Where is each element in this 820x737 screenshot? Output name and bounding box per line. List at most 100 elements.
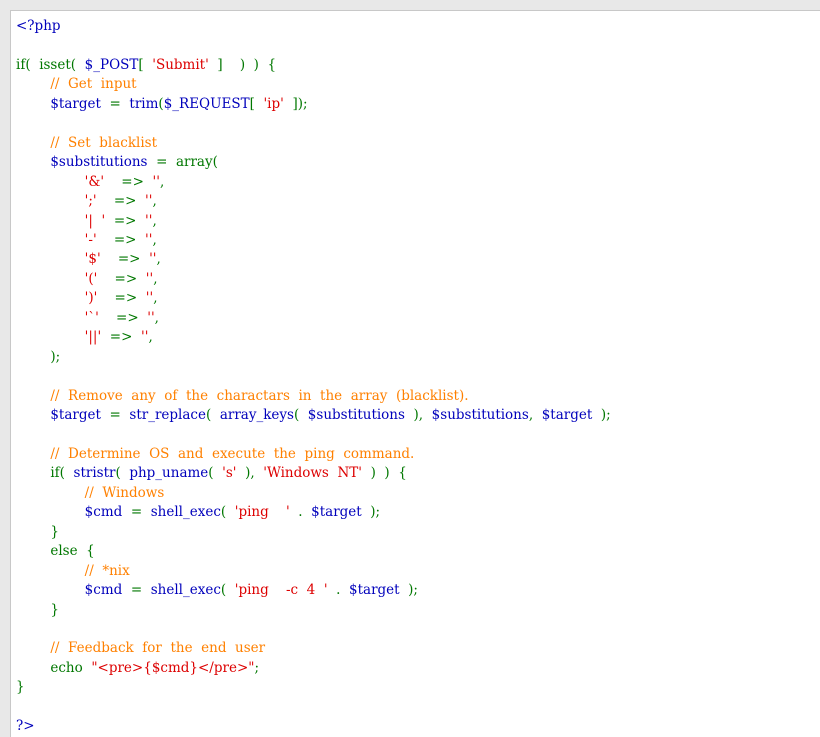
code-token: . (289, 504, 312, 521)
code-token: => (104, 173, 153, 190)
code-token: stristr (73, 465, 116, 482)
code-token: if( (16, 56, 31, 73)
code-token: // Determine OS and execute the ping com… (50, 445, 415, 462)
code-token: 'ping -c 4 ' (234, 582, 328, 598)
code-token: isset( (39, 56, 77, 73)
code-token: ); (399, 582, 418, 598)
code-token: => (98, 309, 148, 326)
code-line: ); (16, 348, 60, 366)
code-token: } (16, 679, 25, 696)
code-token: shell_exec (150, 504, 221, 521)
code-line: '||' => '', (16, 328, 153, 346)
code-token: , (159, 173, 165, 190)
code-token: '||' (84, 329, 102, 346)
code-line: } (16, 678, 25, 696)
code-line: // Feedback for the end user (16, 639, 265, 657)
source-viewer: <?php if( isset( $_POST[ 'Submit' ] ) ) {… (0, 0, 820, 737)
code-token: '`' (84, 309, 99, 326)
code-token: // Remove any of the charactars in the a… (50, 387, 469, 404)
code-token: = (122, 504, 151, 521)
code-token: '' (147, 309, 155, 326)
code-token: ( (220, 504, 235, 521)
code-line: // Determine OS and execute the ping com… (16, 445, 414, 463)
code-token: , (153, 270, 158, 287)
code-token: $target (311, 504, 362, 521)
code-line: // *nix (16, 562, 130, 580)
code-line: ')' => '', (16, 289, 158, 307)
code-line: <?php (16, 17, 61, 35)
code-line: } (16, 523, 59, 541)
code-line: if( stristr( php_uname( 's' ), 'Windows … (16, 464, 407, 482)
code-token: , (152, 193, 157, 209)
code-token: ?> (16, 718, 35, 735)
code-token: ) ) { (361, 465, 407, 482)
code-token: trim (129, 95, 159, 112)
code-line: '(' => '', (16, 270, 158, 288)
code-token: } (16, 523, 59, 540)
code-token: , (156, 251, 161, 268)
code-token: $cmd (84, 582, 123, 598)
code-token: [ (249, 95, 264, 112)
code-line: '`' => '', (16, 309, 159, 327)
code-token: if( (50, 465, 65, 482)
code-token: 'Submit' (152, 56, 209, 73)
code-line: $cmd = shell_exec( 'ping -c 4 ' . $targe… (16, 581, 418, 599)
code-line: $cmd = shell_exec( 'ping ' . $target ); (16, 503, 380, 521)
code-token: ')' (84, 290, 98, 307)
code-line: ';' => '', (16, 192, 157, 210)
code-token: => (96, 231, 146, 248)
code-line: '&' => '', (16, 173, 165, 191)
code-line: // Get input (16, 75, 137, 93)
code-token: str_replace (129, 407, 206, 423)
code-line: // Windows (16, 484, 165, 502)
code-token: . (327, 582, 349, 598)
code-line: $target = str_replace( array_keys( $subs… (16, 406, 610, 424)
code-token: ( (208, 465, 223, 482)
code-line: $substitutions = array( (16, 153, 218, 171)
code-token: = (122, 582, 151, 598)
code-token: $target (541, 407, 593, 423)
code-token: ( (205, 407, 220, 423)
code-token: '&' (84, 173, 105, 190)
code-token: else { (16, 543, 95, 560)
code-token: 'ip' (263, 95, 284, 112)
code-token: ';' (84, 193, 97, 209)
code-token: // Windows (84, 484, 165, 501)
code-token: $target (50, 407, 101, 423)
code-token: , (152, 231, 157, 248)
code-line: ?> (16, 717, 35, 735)
code-token: // Get input (50, 76, 137, 93)
code-token: $substitutions (307, 407, 405, 423)
code-token: ); (16, 348, 61, 365)
code-token: $target (50, 95, 101, 112)
code-token: ( (293, 407, 308, 423)
code-line: // Remove any of the charactars in the a… (16, 387, 469, 405)
code-token: $_POST (84, 56, 139, 73)
code-line: '| ' => '', (16, 212, 157, 230)
code-token: '' (152, 173, 160, 190)
code-token: ( (220, 582, 235, 598)
code-token: , (153, 290, 158, 307)
code-token: , (152, 212, 157, 229)
code-token: $substitutions (50, 154, 148, 171)
code-token: // *nix (84, 562, 130, 579)
code-token: => (101, 329, 141, 346)
code-token: shell_exec (150, 582, 221, 598)
code-token: => (97, 290, 146, 307)
code-token: '(' (84, 270, 98, 287)
code-token: => (96, 193, 146, 209)
